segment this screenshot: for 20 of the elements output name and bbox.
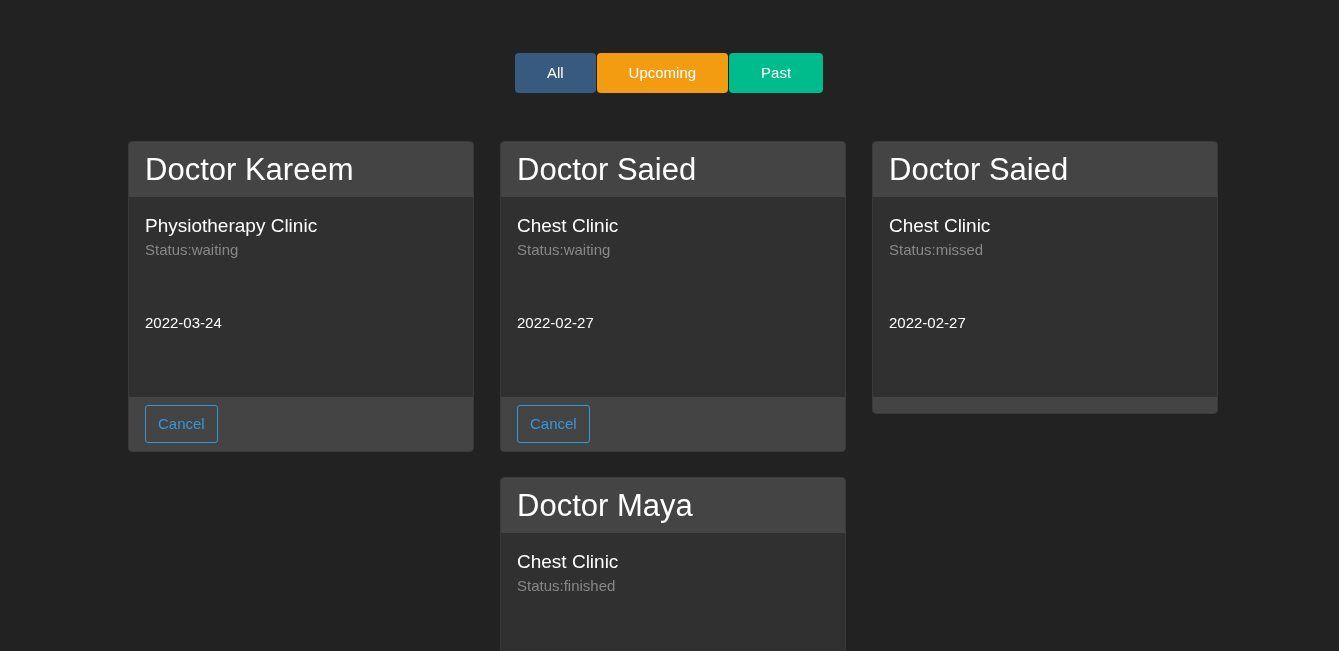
appointment-date: 2022-02-27 [889,313,966,333]
cancel-button[interactable]: Cancel [517,405,590,443]
clinic-name: Physiotherapy Clinic [145,214,318,238]
appointment-date: 2022-03-24 [145,313,222,333]
filter-button[interactable]: All [514,53,596,93]
clinic-name: Chest Clinic [517,550,619,574]
doctor-name: Doctor Saied [889,154,1069,185]
clinic-name: Chest Clinic [889,214,991,238]
status-text: Status:waiting [517,240,611,260]
appointment-date: 2022-02-27 [517,313,594,333]
filter-button[interactable]: Past [729,53,824,93]
status-text: Status:waiting [145,240,239,260]
status-text: Status:finished [517,576,616,596]
clinic-name: Chest Clinic [517,214,619,238]
filter-button[interactable]: Upcoming [596,53,729,93]
doctor-name: Doctor Kareem [145,154,354,185]
cancel-button[interactable]: Cancel [145,405,218,443]
doctor-name: Doctor Saied [517,154,697,185]
doctor-name: Doctor Maya [517,490,693,521]
status-text: Status:missed [889,240,984,260]
